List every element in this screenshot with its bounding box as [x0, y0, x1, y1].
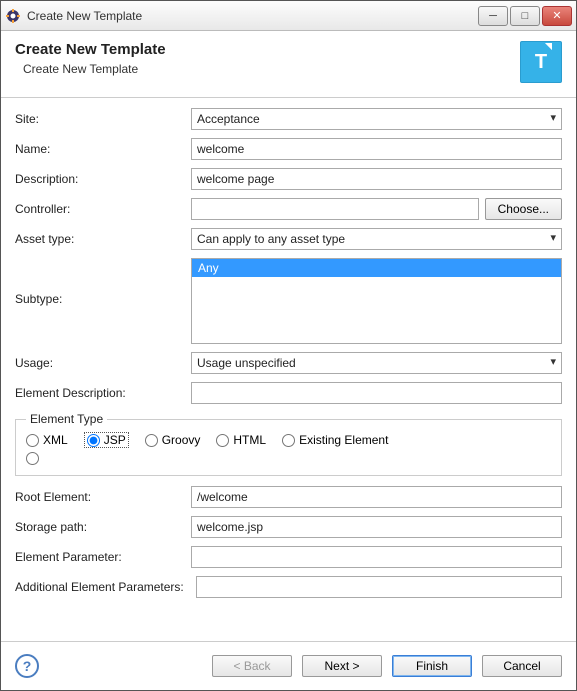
choose-button[interactable]: Choose...: [485, 198, 562, 220]
element-parameter-label: Element Parameter:: [15, 550, 185, 564]
asset-type-label: Asset type:: [15, 232, 185, 246]
page-title: Create New Template: [15, 41, 166, 58]
additional-parameters-input[interactable]: [196, 576, 562, 598]
footer: ? < Back Next > Finish Cancel: [1, 641, 576, 690]
dialog-window: Create New Template ─ □ ✕ Create New Tem…: [0, 0, 577, 691]
description-input[interactable]: [191, 168, 562, 190]
subtype-option-any[interactable]: Any: [192, 259, 561, 277]
storage-path-input[interactable]: [191, 516, 562, 538]
element-parameter-input[interactable]: [191, 546, 562, 568]
element-type-legend: Element Type: [26, 412, 107, 426]
usage-select[interactable]: [191, 352, 562, 374]
additional-parameters-label: Additional Element Parameters:: [15, 580, 190, 594]
name-input[interactable]: [191, 138, 562, 160]
asset-type-select[interactable]: [191, 228, 562, 250]
maximize-button[interactable]: □: [510, 6, 540, 26]
name-label: Name:: [15, 142, 185, 156]
description-label: Description:: [15, 172, 185, 186]
help-icon[interactable]: ?: [15, 654, 39, 678]
app-icon: [5, 8, 21, 24]
next-button[interactable]: Next >: [302, 655, 382, 677]
radio-html[interactable]: HTML: [216, 433, 266, 447]
close-button[interactable]: ✕: [542, 6, 572, 26]
usage-label: Usage:: [15, 356, 185, 370]
site-select[interactable]: [191, 108, 562, 130]
storage-path-label: Storage path:: [15, 520, 185, 534]
window-title: Create New Template: [27, 9, 478, 23]
finish-button[interactable]: Finish: [392, 655, 472, 677]
controller-input[interactable]: [191, 198, 479, 220]
element-description-input[interactable]: [191, 382, 562, 404]
header: Create New Template Create New Template …: [1, 31, 576, 98]
cancel-button[interactable]: Cancel: [482, 655, 562, 677]
radio-empty[interactable]: [26, 452, 551, 465]
content-area: Site: Name: Description: Controller: Cho…: [1, 98, 576, 641]
element-description-label: Element Description:: [15, 386, 185, 400]
radio-xml[interactable]: XML: [26, 433, 68, 447]
controller-label: Controller:: [15, 202, 185, 216]
site-label: Site:: [15, 112, 185, 126]
titlebar[interactable]: Create New Template ─ □ ✕: [1, 1, 576, 31]
subtype-label: Subtype:: [15, 258, 185, 306]
window-controls: ─ □ ✕: [478, 6, 572, 26]
back-button[interactable]: < Back: [212, 655, 292, 677]
root-element-input[interactable]: [191, 486, 562, 508]
minimize-button[interactable]: ─: [478, 6, 508, 26]
element-type-group: Element Type XML JSP Groovy HTML Existin…: [15, 412, 562, 476]
radio-groovy[interactable]: Groovy: [145, 433, 201, 447]
radio-existing-element[interactable]: Existing Element: [282, 433, 388, 447]
page-subtitle: Create New Template: [15, 62, 166, 76]
root-element-label: Root Element:: [15, 490, 185, 504]
subtype-listbox[interactable]: Any: [191, 258, 562, 344]
template-icon: T: [520, 41, 562, 83]
radio-jsp[interactable]: JSP: [84, 432, 129, 448]
